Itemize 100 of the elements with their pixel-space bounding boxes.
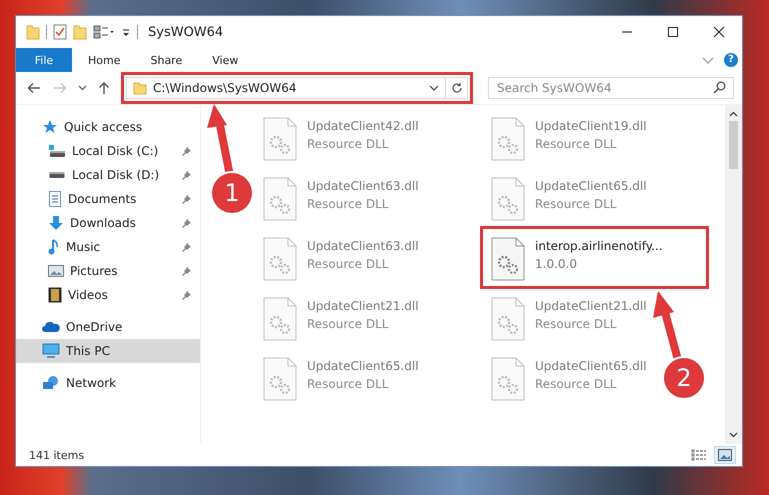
item-count: 141 items (29, 448, 84, 462)
large-icons-view-button[interactable] (714, 446, 736, 464)
star-icon (42, 119, 58, 135)
file-item[interactable]: UpdateClient42.dll Resource DLL (257, 111, 421, 165)
file-item[interactable]: UpdateClient65.dll Resource DLL (485, 171, 649, 225)
sidebar-item[interactable]: Quick access (16, 115, 200, 139)
download-arrow-icon (48, 215, 64, 231)
view-options-icon[interactable] (93, 24, 115, 40)
file-description: Resource DLL (535, 317, 618, 331)
music-note-icon (48, 239, 60, 255)
ribbon-tab[interactable]: File (16, 48, 72, 72)
settings-file-icon (491, 297, 525, 341)
file-description: Resource DLL (535, 377, 618, 391)
pin-icon[interactable] (181, 266, 192, 276)
sidebar-item[interactable]: This PC (16, 339, 200, 363)
pin-icon[interactable] (181, 242, 192, 252)
step-number-badge: 1 (212, 173, 252, 213)
drive-icon (48, 172, 66, 178)
settings-file-icon (491, 357, 525, 401)
sidebar-item[interactable]: Music (16, 235, 200, 259)
settings-file-icon (263, 237, 297, 281)
ribbon-tab[interactable]: Home (74, 48, 134, 72)
caret-icon (78, 85, 86, 91)
windows-drive-icon (48, 144, 66, 158)
close-icon (713, 26, 725, 38)
file-item[interactable]: UpdateClient65.dll Resource DLL (257, 351, 421, 405)
address-bar[interactable]: C:\Windows\SysWOW64 (126, 77, 468, 99)
maximize-icon (667, 26, 679, 38)
sidebar-item[interactable]: Downloads (16, 211, 200, 235)
scroll-down-icon[interactable] (729, 432, 738, 438)
computer-icon (42, 343, 60, 359)
file-description: Resource DLL (307, 317, 390, 331)
cloud-icon (42, 321, 60, 333)
expand-ribbon-icon[interactable] (702, 55, 714, 65)
sidebar-item[interactable]: Documents (16, 187, 200, 211)
file-name: UpdateClient63.dll (307, 179, 419, 193)
file-name: UpdateClient63.dll (307, 239, 419, 253)
settings-file-icon (491, 117, 525, 161)
file-item[interactable]: UpdateClient63.dll Resource DLL (257, 231, 421, 285)
settings-file-icon (491, 177, 525, 221)
settings-file-icon (263, 117, 297, 161)
ribbon-tab[interactable]: Share (136, 48, 196, 72)
file-description: Resource DLL (535, 137, 618, 151)
settings-file-icon (491, 237, 525, 281)
file-name: UpdateClient65.dll (535, 179, 647, 193)
up-arrow-icon (98, 81, 110, 95)
large-icons-view-icon (718, 449, 732, 461)
file-name: UpdateClient21.dll (307, 299, 419, 313)
pin-icon[interactable] (181, 170, 192, 180)
file-description: Resource DLL (535, 197, 618, 211)
file-name: UpdateClient21.dll (535, 299, 647, 313)
search-field[interactable]: Search SysWOW64 (488, 77, 734, 99)
properties-check-icon[interactable] (53, 24, 67, 40)
sidebar-item[interactable]: Local Disk (D:) (16, 163, 200, 187)
sidebar-item[interactable]: OneDrive (16, 315, 200, 339)
file-item[interactable]: UpdateClient19.dll Resource DLL (485, 111, 649, 165)
sidebar-item[interactable]: Network (16, 371, 200, 395)
file-name: UpdateClient42.dll (307, 119, 419, 133)
file-item[interactable]: UpdateClient21.dll Resource DLL (485, 291, 649, 345)
sidebar-item[interactable]: Videos (16, 283, 200, 307)
file-item[interactable]: interop.airlinenotify... 1.0.0.0 (485, 231, 665, 285)
pin-icon[interactable] (181, 146, 192, 156)
file-item[interactable]: UpdateClient65.dll Resource DLL (485, 351, 649, 405)
folder-icon[interactable] (26, 24, 40, 40)
file-description: Resource DLL (307, 257, 390, 271)
sidebar-item[interactable]: Local Disk (C:) (16, 139, 200, 163)
pin-icon[interactable] (181, 290, 192, 300)
sidebar-item[interactable]: Pictures (16, 259, 200, 283)
settings-file-icon (263, 297, 297, 341)
scroll-up-icon[interactable] (729, 111, 738, 117)
file-item[interactable]: UpdateClient63.dll Resource DLL (257, 171, 421, 225)
minimize-icon (621, 31, 633, 33)
file-name: interop.airlinenotify... (535, 239, 663, 253)
file-description: Resource DLL (307, 137, 390, 151)
new-folder-icon[interactable] (73, 24, 87, 40)
file-description: 1.0.0.0 (535, 257, 578, 271)
forward-arrow-icon (53, 82, 67, 94)
back-arrow-icon (27, 82, 41, 94)
step-number-badge: 2 (664, 358, 704, 398)
refresh-icon (450, 82, 462, 94)
file-name: UpdateClient65.dll (307, 359, 419, 373)
help-button[interactable]: ? (724, 53, 738, 67)
settings-file-icon (263, 177, 297, 221)
ribbon-tab[interactable]: View (198, 48, 252, 72)
pin-icon[interactable] (181, 218, 192, 228)
search-icon (713, 81, 726, 94)
pin-icon[interactable] (181, 194, 192, 204)
file-item[interactable]: UpdateClient21.dll Resource DLL (257, 291, 421, 345)
details-view-icon (691, 449, 707, 461)
window-title: SysWOW64 (148, 24, 224, 40)
vertical-scrollbar[interactable] (725, 105, 742, 444)
dropdown-caret-icon[interactable] (429, 84, 439, 92)
file-name: UpdateClient65.dll (535, 359, 647, 373)
picture-icon (48, 264, 64, 278)
file-description: Resource DLL (307, 377, 390, 391)
network-icon (42, 375, 60, 391)
document-icon (48, 191, 62, 207)
scrollbar-thumb[interactable] (729, 121, 738, 169)
film-icon (48, 287, 62, 303)
folder-icon (133, 81, 147, 95)
